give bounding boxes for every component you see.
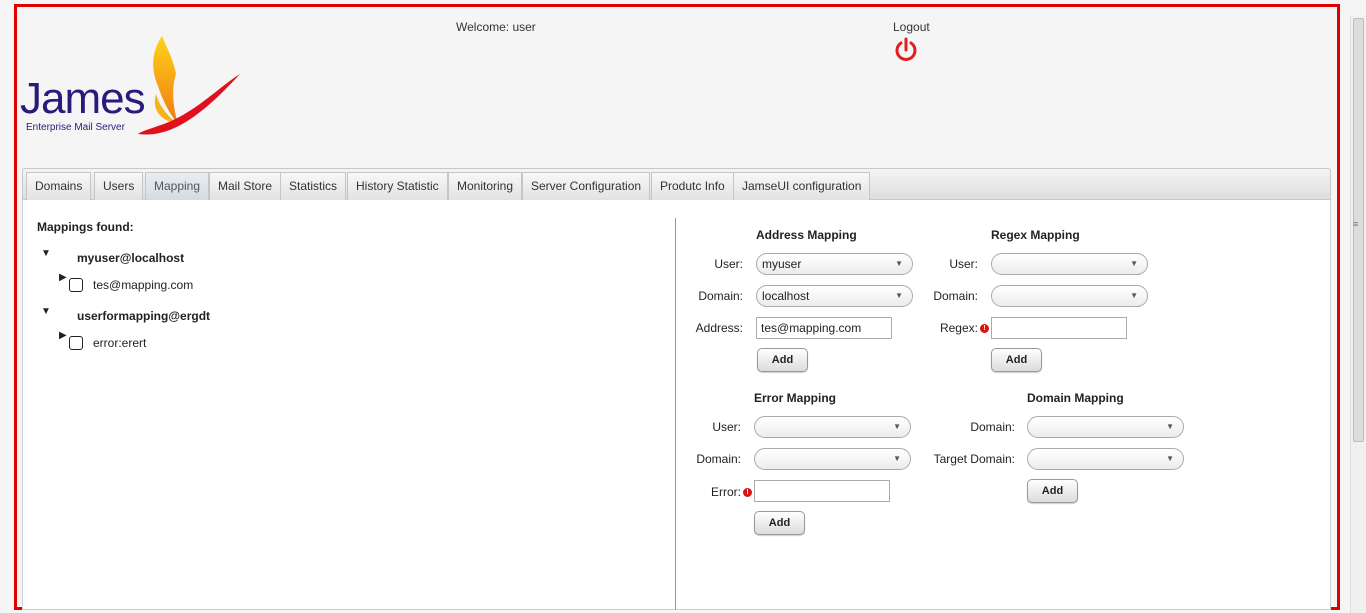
regex-user-label: User: [949,257,978,271]
chevron-down-icon: ▼ [893,454,901,463]
chevron-down-icon: ▼ [895,259,903,268]
tree-node-user[interactable]: userformapping@ergdt [77,309,210,323]
chevron-down-icon: ▼ [895,291,903,300]
tab-users[interactable]: Users [94,172,144,200]
domain-mapping-title: Domain Mapping [1027,391,1124,405]
chevron-down-icon: ▼ [1130,291,1138,300]
address-address-label: Address: [695,321,743,335]
regex-add-button[interactable]: Add [991,348,1042,372]
chevron-down-icon: ▼ [1166,422,1174,431]
error-mapping-title: Error Mapping [754,391,837,405]
address-user-value: myuser [762,257,802,271]
address-domain-value: localhost [762,289,810,303]
power-icon[interactable] [893,37,919,63]
main-tab-bar: Domains Users Mapping Mail Store Statist… [22,168,1331,200]
chevron-down-icon: ▼ [893,422,901,431]
tab-mail-store[interactable]: Mail Store [209,172,282,200]
mappings-found-heading: Mappings found: [37,220,134,234]
tab-statistics[interactable]: Statistics [280,172,347,200]
regex-mapping-title: Regex Mapping [991,228,1080,242]
logout-label[interactable]: Logout [893,20,930,34]
tab-server-configuration[interactable]: Server Configuration [522,172,651,200]
chevron-down-icon: ▼ [1130,259,1138,268]
vertical-scrollbar[interactable]: ≡ [1350,16,1366,613]
error-user-select[interactable]: ▼ [754,416,911,438]
regex-user-select[interactable]: ▼ [991,253,1148,275]
panel-divider [675,218,676,610]
domain-source-select[interactable]: ▼ [1027,416,1184,438]
logo-wing-icon [138,36,240,135]
address-field[interactable]: tes@mapping.com [756,317,892,339]
error-domain-select[interactable]: ▼ [754,448,911,470]
error-domain-label: Domain: [696,452,741,466]
logo-tagline: Enterprise Mail Server [26,122,125,133]
tree-node-user[interactable]: myuser@localhost [77,251,184,265]
welcome-text: Welcome: user [456,20,536,34]
error-error-label: Error: [711,485,741,499]
tab-history-statistic[interactable]: History Statistic [347,172,448,200]
mapping-checkbox[interactable] [69,336,83,350]
target-domain-label: Target Domain: [933,452,1015,466]
address-add-button[interactable]: Add [757,348,808,372]
address-mapping-title: Address Mapping [756,228,857,242]
regex-regex-label: Regex: [939,321,978,335]
error-field[interactable] [754,480,890,502]
tree-leaf-mapping[interactable]: tes@mapping.com [93,278,193,292]
address-domain-select[interactable]: localhost ▼ [756,285,913,307]
address-domain-label: Domain: [698,289,743,303]
tab-monitoring[interactable]: Monitoring [448,172,523,200]
domain-add-button[interactable]: Add [1027,479,1078,503]
address-user-label: User: [714,257,743,271]
required-icon: ! [743,488,752,497]
regex-domain-select[interactable]: ▼ [991,285,1148,307]
regex-field[interactable] [991,317,1127,339]
chevron-down-icon: ▼ [1166,454,1174,463]
expand-triangle-icon[interactable]: ▼ [41,248,51,259]
collapse-triangle-icon[interactable]: ▶ [59,330,67,341]
scrollbar-thumb[interactable] [1353,18,1364,442]
tab-domains[interactable]: Domains [26,172,92,200]
tree-leaf-mapping[interactable]: error:erert [93,336,146,350]
target-domain-select[interactable]: ▼ [1027,448,1184,470]
tab-mapping[interactable]: Mapping [145,172,210,200]
james-logo: James Enterprise Mail Server [18,34,244,138]
error-add-button[interactable]: Add [754,511,805,535]
tab-jamseui-configuration[interactable]: JamseUI configuration [733,172,871,200]
address-user-select[interactable]: myuser ▼ [756,253,913,275]
tab-product-info[interactable]: Produtc Info [651,172,734,200]
required-icon: ! [980,324,989,333]
collapse-triangle-icon[interactable]: ▶ [59,272,67,283]
regex-domain-label: Domain: [933,289,978,303]
mapping-checkbox[interactable] [69,278,83,292]
scrollbar-grip-icon: ≡ [1353,219,1359,229]
logo-name: James [20,74,146,123]
expand-triangle-icon[interactable]: ▼ [41,306,51,317]
domain-domain-label: Domain: [970,420,1015,434]
error-user-label: User: [712,420,741,434]
